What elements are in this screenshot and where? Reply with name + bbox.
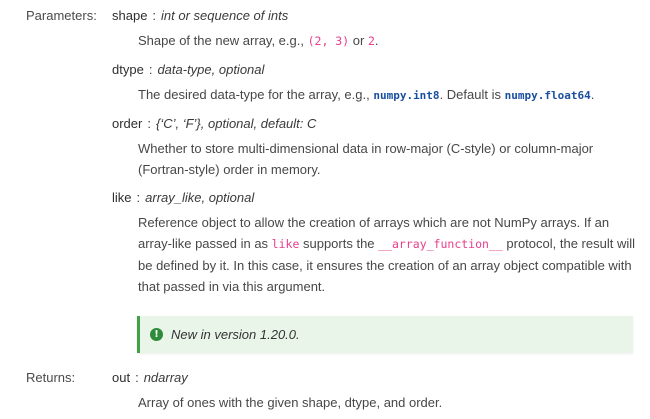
inline-code: (2, 3) [307,34,350,48]
version-added-note: ! New in version 1.20.0. [137,316,633,353]
param-type: int or sequence of ints [161,8,289,23]
param-name: like [112,190,132,205]
param-name: order [112,116,143,131]
param-name: shape [112,8,148,23]
desc-text: . [374,33,379,48]
return-name: out [112,370,131,385]
param-dtype-header: dtype: data-type, optional [112,62,265,77]
desc-text: The desired data-type for the array, e.g… [138,87,374,102]
inline-code: __array_function__ [378,237,503,251]
numpy-float64-link[interactable]: numpy.float64 [505,89,591,102]
param-like-header: like: array_like, optional [112,190,255,205]
inline-code: 2 [367,34,375,48]
parameters-label: Parameters: [26,8,97,23]
param-order-description: Whether to store multi-dimensional data … [138,141,594,177]
desc-text: Shape of the new array, e.g., [138,33,308,48]
param-dtype-description: The desired data-type for the array, e.g… [138,84,638,106]
desc-text: supports the [299,236,379,251]
param-name: dtype [112,62,144,77]
desc-text: or [349,33,368,48]
numpy-int8-link[interactable]: numpy.int8 [373,89,439,102]
param-shape-description: Shape of the new array, e.g., (2, 3) or … [138,30,638,52]
desc-text: . [590,87,595,102]
return-out-header: out: ndarray [112,370,188,385]
inline-code: like [271,237,300,251]
param-order-header: order: {‘C’, ‘F’}, optional, default: C [112,116,317,131]
param-type: data-type, optional [157,62,265,77]
return-description: Array of ones with the given shape, dtyp… [138,395,443,410]
desc-text: . Default is [439,87,505,102]
returns-label: Returns: [26,370,76,385]
exclamation-icon: ! [150,328,163,341]
param-shape-header: shape: int or sequence of ints [112,8,289,23]
param-type: array_like, optional [145,190,255,205]
version-note-text: New in version 1.20.0. [171,327,300,342]
return-type: ndarray [143,370,188,385]
param-type: {‘C’, ‘F’}, optional, default: C [155,116,317,131]
param-like-description: Reference object to allow the creation o… [138,212,638,297]
